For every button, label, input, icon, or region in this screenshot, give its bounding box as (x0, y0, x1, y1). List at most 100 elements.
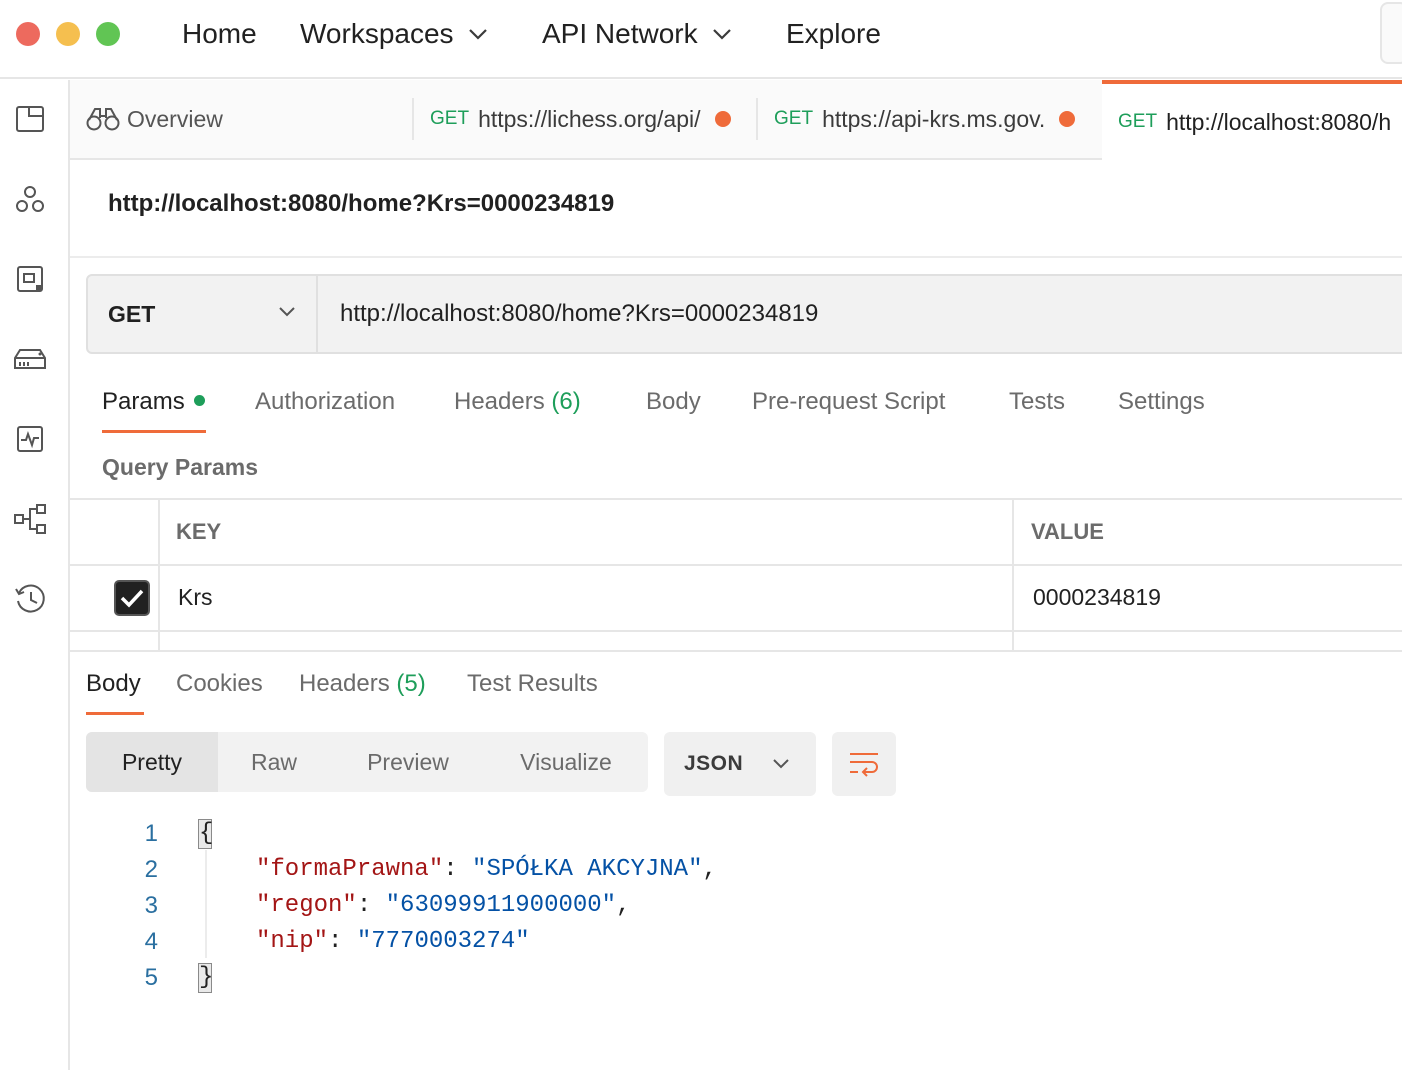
close-window-button[interactable] (16, 22, 40, 46)
line-number: 2 (144, 856, 158, 883)
param-key-cell[interactable]: Krs (178, 584, 213, 611)
method-label: GET (108, 300, 156, 327)
response-tab-test-results[interactable]: Test Results (467, 668, 598, 700)
tab-separator (412, 98, 414, 140)
nav-api-network-label: API Network (542, 18, 698, 49)
nav-home[interactable]: Home (182, 14, 257, 54)
view-preview-button[interactable]: Preview (346, 732, 470, 792)
tab-authorization-label: Authorization (255, 388, 396, 415)
unsaved-dot-icon (714, 111, 731, 127)
column-header-key: KEY (176, 519, 222, 544)
mock-servers-icon[interactable] (13, 342, 47, 376)
response-tab-cookies-label: Cookies (176, 670, 263, 697)
table-border (158, 498, 160, 650)
tab-tests[interactable]: Tests (1009, 386, 1065, 418)
json-value: "SPÓŁKA AKCYJNA" (472, 856, 703, 883)
chevron-down-icon (468, 29, 487, 40)
url-input[interactable] (340, 300, 1340, 328)
checkmark-icon (120, 589, 144, 608)
tab-authorization[interactable]: Authorization (255, 386, 395, 418)
tab-body[interactable]: Body (646, 386, 701, 418)
request-tabs-bar: Overview GET https://lichess.org/api/ GE… (70, 80, 1402, 160)
minimize-window-button[interactable] (56, 22, 80, 46)
tab-lichess[interactable]: GET https://lichess.org/api/ (430, 80, 740, 158)
close-brace: } (198, 963, 214, 993)
request-title[interactable]: http://localhost:8080/home?Krs=000023481… (108, 190, 614, 218)
headers-count: (6) (551, 388, 581, 415)
tab-api-krs[interactable]: GET https://api-krs.ms.gov. (774, 80, 1088, 158)
format-select[interactable]: JSON (664, 732, 816, 796)
active-tab-indicator (102, 430, 206, 433)
param-value-cell[interactable]: 0000234819 (1033, 584, 1161, 611)
tab-prerequest-script[interactable]: Pre-request Script (752, 386, 945, 418)
collections-icon[interactable] (13, 102, 47, 136)
response-headers-count: (5) (396, 670, 426, 697)
url-bar: GET (86, 274, 1402, 354)
environments-icon[interactable] (13, 262, 47, 296)
search-box-edge[interactable] (1380, 2, 1402, 64)
nav-explore[interactable]: Explore (786, 14, 881, 54)
tab-headers[interactable]: Headers (6) (454, 386, 581, 418)
tab-settings-label: Settings (1118, 388, 1205, 415)
active-params-dot-icon (193, 395, 205, 407)
nav-home-label: Home (182, 18, 257, 49)
response-divider[interactable] (70, 650, 1402, 652)
view-pretty-button[interactable]: Pretty (86, 732, 218, 792)
response-tab-body[interactable]: Body (86, 668, 141, 700)
wrap-lines-button[interactable] (832, 732, 896, 796)
unsaved-dot-icon (1059, 111, 1076, 127)
nav-workspaces-label: Workspaces (300, 18, 454, 49)
tab-settings[interactable]: Settings (1118, 386, 1205, 418)
maximize-window-button[interactable] (96, 22, 120, 46)
view-raw-button[interactable]: Raw (218, 732, 330, 792)
line-number: 5 (144, 964, 158, 991)
tab-method: GET (430, 108, 470, 129)
tab-localhost[interactable]: GET http://localhost:8080/h (1102, 80, 1402, 160)
tab-headers-label: Headers (454, 388, 545, 415)
param-enabled-checkbox[interactable] (114, 580, 150, 616)
json-entry: "regon": "63099911900000", (256, 892, 631, 919)
line-number: 1 (144, 820, 158, 847)
response-tab-headers[interactable]: Headers (5) (299, 668, 426, 700)
tab-params[interactable]: Params (102, 386, 205, 418)
line-number: 4 (144, 928, 158, 955)
json-value: "7770003274" (356, 928, 530, 955)
nav-api-network[interactable]: API Network (542, 14, 732, 54)
wrap-lines-icon (850, 753, 878, 777)
tab-url: https://lichess.org/api/ (478, 105, 701, 132)
response-tab-cookies[interactable]: Cookies (176, 668, 263, 700)
view-visualize-button[interactable]: Visualize (498, 732, 634, 792)
monitors-icon[interactable] (13, 422, 47, 456)
table-border (70, 564, 1402, 566)
tab-overview[interactable]: Overview (86, 80, 416, 158)
json-trail: , (702, 856, 717, 883)
json-key: "nip" (256, 928, 329, 955)
history-icon[interactable] (13, 582, 47, 616)
response-tab-headers-label: Headers (299, 670, 390, 697)
divider (70, 256, 1402, 258)
format-label: JSON (684, 752, 744, 775)
query-params-title: Query Params (102, 454, 258, 480)
table-border (70, 630, 1402, 632)
tab-url: https://api-krs.ms.gov. (822, 105, 1046, 132)
table-border (1012, 498, 1014, 650)
query-params-table: KEY VALUE Krs 0000234819 (70, 498, 1402, 650)
column-header-value: VALUE (1031, 519, 1104, 544)
binoculars-icon (86, 108, 120, 131)
table-border (70, 498, 1402, 500)
active-response-tab-indicator (86, 712, 144, 715)
response-tab-test-results-label: Test Results (467, 670, 598, 697)
method-select[interactable]: GET (88, 276, 318, 352)
tab-method: GET (1118, 111, 1158, 132)
indent-guide (205, 850, 207, 958)
json-entry: "formaPrawna": "SPÓŁKA AKCYJNA", (256, 856, 717, 883)
response-tab-body-label: Body (86, 670, 141, 697)
json-key: "formaPrawna" (256, 856, 444, 883)
chevron-down-icon (279, 307, 295, 317)
tab-overview-label: Overview (127, 105, 223, 132)
flows-icon[interactable] (13, 502, 47, 536)
json-trail: , (616, 892, 631, 919)
apis-icon[interactable] (13, 182, 47, 216)
nav-workspaces[interactable]: Workspaces (300, 14, 488, 54)
nav-explore-label: Explore (786, 18, 881, 49)
